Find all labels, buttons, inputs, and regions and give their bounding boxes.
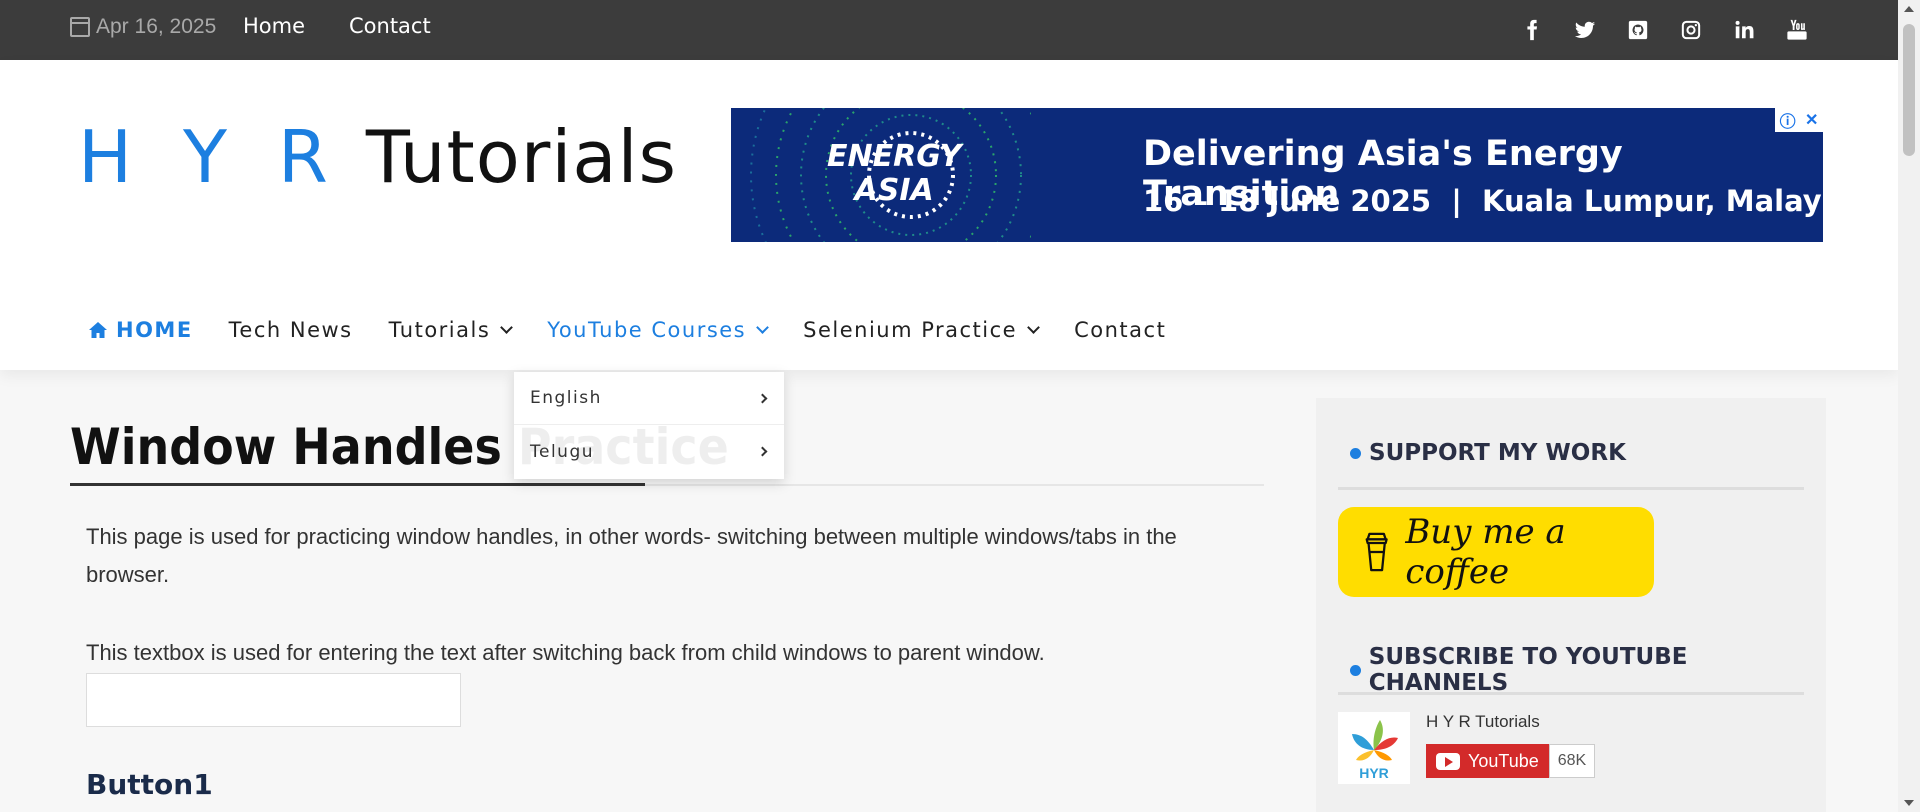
nav-youtube-courses-label: YouTube Courses xyxy=(547,318,747,342)
coffee-label: Buy me a coffee xyxy=(1405,512,1566,592)
home-icon xyxy=(89,322,107,338)
button1-heading: Button1 xyxy=(86,768,213,801)
bullet-dot xyxy=(1350,664,1361,676)
youtube-icon[interactable] xyxy=(1785,17,1808,42)
channel-name[interactable]: H Y R Tutorials xyxy=(1426,712,1595,732)
dropdown-item-telugu[interactable]: Telugu xyxy=(514,425,784,478)
youtube-label: YouTube xyxy=(1468,750,1539,771)
logo-hyr: H Y R xyxy=(78,115,342,199)
subscribe-widget-title: SUBSCRIBE TO YOUTUBE CHANNELS xyxy=(1350,644,1826,696)
chevron-down-icon xyxy=(500,320,514,334)
channel-avatar[interactable]: HYR xyxy=(1338,712,1410,784)
ad-controls: ⓘ ✕ xyxy=(1775,108,1823,132)
widget-divider xyxy=(1338,692,1804,695)
subscriber-count: 68K xyxy=(1548,744,1596,778)
title-underline xyxy=(70,483,645,486)
top-bar: Apr 16, 2025 Home Contact xyxy=(0,0,1898,60)
chevron-right-icon xyxy=(757,393,768,403)
nav-youtube-courses[interactable]: YouTube Courses xyxy=(547,318,769,342)
top-link-contact[interactable]: Contact xyxy=(349,14,431,38)
facebook-icon[interactable] xyxy=(1520,17,1543,42)
sidebar: SUPPORT MY WORK Buy me a coffee SUBSCRIB… xyxy=(1316,398,1826,812)
dropdown-item-english[interactable]: English xyxy=(514,372,784,425)
nav-tech-news[interactable]: Tech News xyxy=(229,318,353,342)
logo-tutorials: Tutorials xyxy=(365,115,678,199)
dropdown-item-label: English xyxy=(530,388,602,408)
site-logo[interactable]: H Y R Tutorials xyxy=(78,115,677,199)
page-scrollbar[interactable] xyxy=(1898,0,1920,812)
bullet-dot xyxy=(1350,447,1361,459)
youtube-channel-card: HYR H Y R Tutorials YouTube 68K xyxy=(1338,712,1596,784)
ad-brand-line2: ASIA xyxy=(854,173,934,208)
ad-subline: 16 – 18 June 2025 | Kuala Lumpur, Malays… xyxy=(1143,184,1823,218)
scroll-up-arrow-icon[interactable] xyxy=(1904,6,1914,12)
nav-selenium-practice-label: Selenium Practice xyxy=(803,318,1018,342)
ad-info-icon[interactable]: ⓘ xyxy=(1780,108,1796,132)
avatar-text: HYR xyxy=(1359,765,1389,781)
date-text: Apr 16, 2025 xyxy=(96,15,217,38)
youtube-play-icon xyxy=(1436,752,1460,770)
chevron-right-icon xyxy=(757,446,768,457)
chevron-down-icon xyxy=(1027,320,1040,334)
youtube-subscribe-button[interactable]: YouTube 68K xyxy=(1426,744,1596,778)
youtube-label-wrap: YouTube xyxy=(1426,744,1549,778)
hyr-leaf-logo: HYR xyxy=(1352,720,1398,781)
ad-close-icon[interactable]: ✕ xyxy=(1805,110,1818,130)
ad-brand-line1: ENERGY xyxy=(827,139,962,174)
github-icon[interactable] xyxy=(1626,17,1649,42)
widget-divider xyxy=(1338,487,1804,490)
nav-home[interactable]: HOME xyxy=(88,318,193,342)
support-widget-title: SUPPORT MY WORK xyxy=(1350,440,1626,466)
social-links xyxy=(1520,17,1808,42)
channel-info: H Y R Tutorials YouTube 68K xyxy=(1426,712,1596,784)
scroll-down-arrow-icon[interactable] xyxy=(1904,800,1914,806)
name-textbox[interactable] xyxy=(86,673,461,727)
support-title-text: SUPPORT MY WORK xyxy=(1369,440,1626,466)
subscribe-title-text: SUBSCRIBE TO YOUTUBE CHANNELS xyxy=(1368,644,1688,696)
site-header: H Y R Tutorials ENERGY ASIA Delivering A… xyxy=(0,60,1898,370)
nav-home-label: HOME xyxy=(116,318,193,342)
intro-paragraph: This page is used for practicing window … xyxy=(86,524,1177,587)
buy-me-a-coffee-button[interactable]: Buy me a coffee xyxy=(1338,507,1654,597)
twitter-icon[interactable] xyxy=(1573,17,1596,42)
dropdown-item-label: Telugu xyxy=(530,441,595,462)
instagram-icon[interactable] xyxy=(1679,17,1702,42)
calendar-icon xyxy=(70,17,90,37)
main-nav: HOME Tech News Tutorials YouTube Courses… xyxy=(88,318,1202,342)
ad-brand: ENERGY ASIA xyxy=(827,140,961,208)
nav-selenium-practice[interactable]: Selenium Practice xyxy=(803,318,1040,342)
textbox-description: This textbox is used for entering the te… xyxy=(86,640,1045,665)
scroll-thumb[interactable] xyxy=(1903,24,1915,156)
nav-tutorials[interactable]: Tutorials xyxy=(388,318,514,342)
ad-banner[interactable]: ENERGY ASIA Delivering Asia's Energy Tra… xyxy=(731,108,1823,242)
date-display: Apr 16, 2025 xyxy=(70,15,216,39)
coffee-cup-icon xyxy=(1365,532,1388,572)
nav-contact[interactable]: Contact xyxy=(1074,318,1166,342)
top-link-home[interactable]: Home xyxy=(243,14,305,38)
youtube-courses-dropdown: English Telugu xyxy=(514,372,784,479)
nav-tutorials-label: Tutorials xyxy=(388,318,491,342)
chevron-down-icon xyxy=(756,320,769,334)
linkedin-icon[interactable] xyxy=(1732,17,1755,42)
